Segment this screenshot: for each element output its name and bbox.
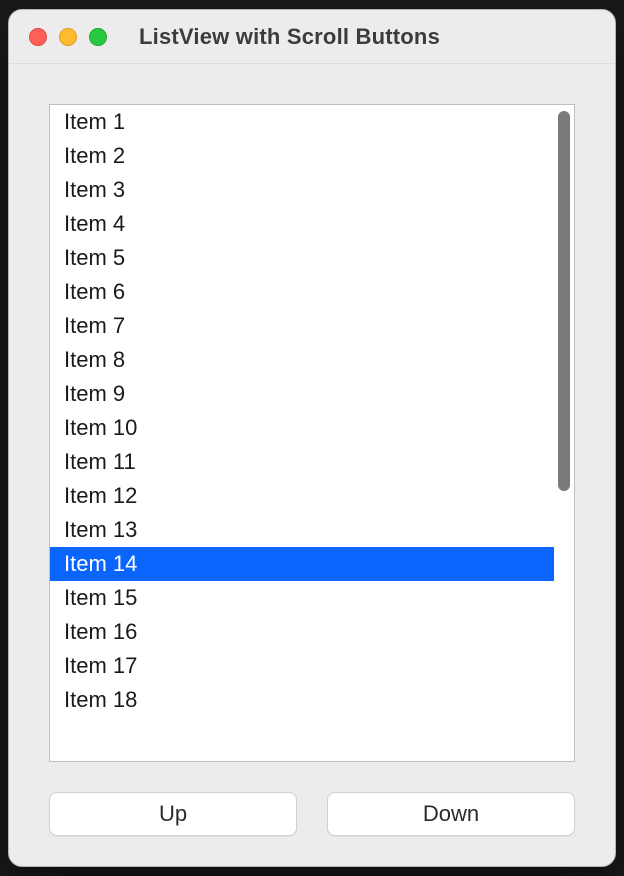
app-window: ListView with Scroll Buttons Item 1Item … <box>8 9 616 867</box>
list-item[interactable]: Item 15 <box>50 581 554 615</box>
list-item[interactable]: Item 8 <box>50 343 554 377</box>
list-inner: Item 1Item 2Item 3Item 4Item 5Item 6Item… <box>50 105 554 761</box>
list-item[interactable]: Item 16 <box>50 615 554 649</box>
traffic-lights <box>29 28 107 46</box>
list-item[interactable]: Item 5 <box>50 241 554 275</box>
scrollbar[interactable] <box>554 105 574 761</box>
window-content: Item 1Item 2Item 3Item 4Item 5Item 6Item… <box>9 64 615 866</box>
list-item[interactable]: Item 4 <box>50 207 554 241</box>
zoom-icon[interactable] <box>89 28 107 46</box>
button-row: Up Down <box>49 792 575 836</box>
list-item[interactable]: Item 18 <box>50 683 554 717</box>
minimize-icon[interactable] <box>59 28 77 46</box>
list-item[interactable]: Item 3 <box>50 173 554 207</box>
list-item[interactable]: Item 2 <box>50 139 554 173</box>
list-item[interactable]: Item 6 <box>50 275 554 309</box>
scrollbar-thumb[interactable] <box>558 111 570 491</box>
list-item[interactable]: Item 7 <box>50 309 554 343</box>
list-item[interactable]: Item 12 <box>50 479 554 513</box>
list-item[interactable]: Item 14 <box>50 547 554 581</box>
list-item[interactable]: Item 11 <box>50 445 554 479</box>
list-item[interactable]: Item 9 <box>50 377 554 411</box>
list-item[interactable]: Item 1 <box>50 105 554 139</box>
titlebar: ListView with Scroll Buttons <box>9 10 615 64</box>
close-icon[interactable] <box>29 28 47 46</box>
window-title: ListView with Scroll Buttons <box>139 24 440 50</box>
list-item[interactable]: Item 10 <box>50 411 554 445</box>
list-item[interactable]: Item 17 <box>50 649 554 683</box>
list-view[interactable]: Item 1Item 2Item 3Item 4Item 5Item 6Item… <box>49 104 575 762</box>
down-button[interactable]: Down <box>327 792 575 836</box>
list-item[interactable]: Item 13 <box>50 513 554 547</box>
up-button[interactable]: Up <box>49 792 297 836</box>
